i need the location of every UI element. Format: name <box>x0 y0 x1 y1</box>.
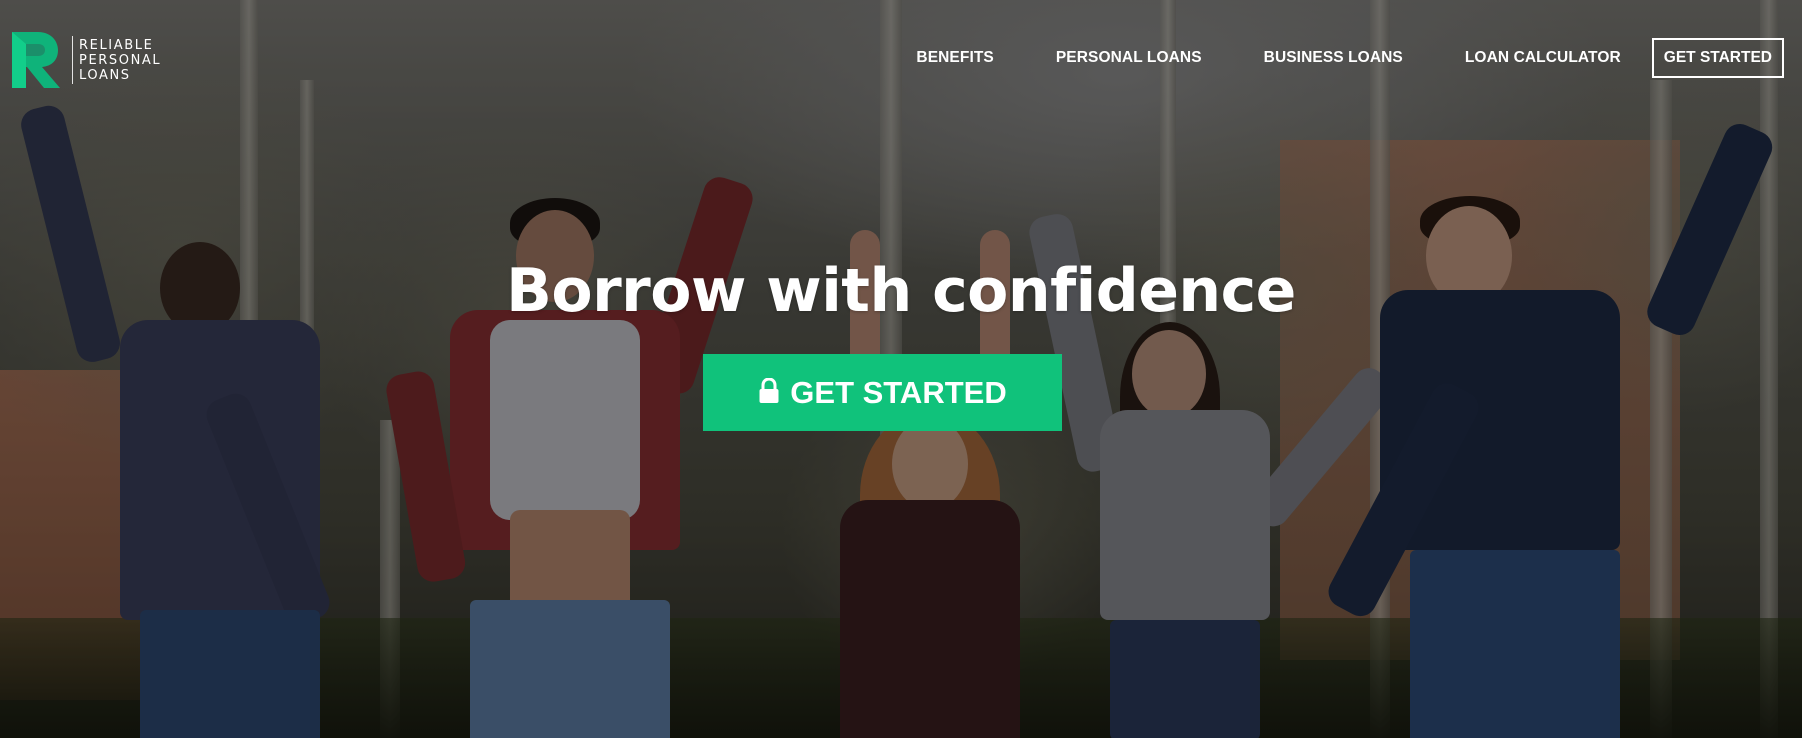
site-header: RELIABLE PERSONAL LOANS BENEFITS PERSONA… <box>0 0 1802 110</box>
brand-line-3: LOANS <box>79 67 131 83</box>
logo-divider <box>72 36 73 84</box>
nav-link-benefits[interactable]: BENEFITS <box>916 49 993 67</box>
hero-headline: Borrow with confidence <box>506 256 1296 326</box>
brand-line-2: PERSONAL <box>79 52 162 68</box>
nav-link-loan-calculator[interactable]: LOAN CALCULATOR <box>1465 49 1621 67</box>
hero-get-started-button[interactable]: GET STARTED <box>703 354 1062 431</box>
logo-r-icon <box>12 32 60 88</box>
main-nav: BENEFITS PERSONAL LOANS BUSINESS LOANS L… <box>916 38 1784 78</box>
hero-section: RELIABLE PERSONAL LOANS BENEFITS PERSONA… <box>0 0 1802 738</box>
hero-cta-label: GET STARTED <box>790 374 1007 410</box>
brand-name: RELIABLE PERSONAL LOANS <box>79 38 161 83</box>
nav-link-business-loans[interactable]: BUSINESS LOANS <box>1264 49 1403 67</box>
brand-logo[interactable]: RELIABLE PERSONAL LOANS <box>8 30 161 90</box>
nav-link-personal-loans[interactable]: PERSONAL LOANS <box>1056 49 1202 67</box>
brand-line-1: RELIABLE <box>79 37 154 53</box>
nav-get-started-button[interactable]: GET STARTED <box>1651 38 1784 78</box>
lock-icon <box>759 378 779 403</box>
